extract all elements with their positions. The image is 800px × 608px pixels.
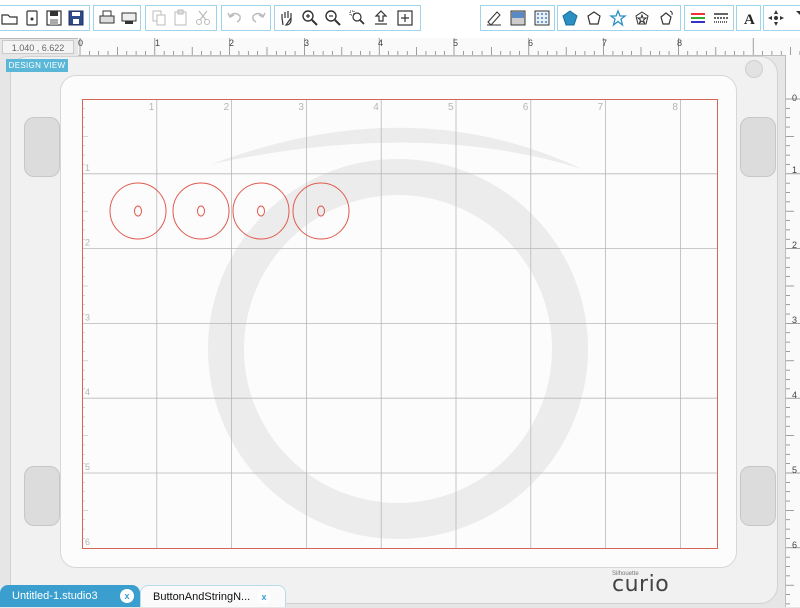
horizontal-ruler-ticks: [79, 38, 800, 55]
ruler-number: 0: [792, 93, 798, 103]
copy-icon[interactable]: [148, 8, 170, 28]
save-as-icon[interactable]: [65, 8, 87, 28]
toolbar-group-file: [0, 5, 90, 31]
zoom-out-icon[interactable]: [322, 8, 344, 28]
toolbar-group-view: [274, 5, 421, 31]
tab-button-and-string[interactable]: ButtonAndStringN... x: [140, 585, 286, 607]
pentagon-icon[interactable]: [559, 8, 581, 28]
ruler-number: 7: [602, 38, 608, 48]
fill-pattern-icon[interactable]: [531, 8, 553, 28]
fill-color-icon[interactable]: [507, 8, 529, 28]
ruler-number: 5: [792, 465, 798, 475]
line-style-icon[interactable]: [710, 8, 732, 28]
grid-row-number: 2: [85, 238, 90, 248]
grid-row-number: 6: [85, 537, 90, 547]
toolbar-group-send: [93, 5, 141, 31]
ruler-number: 4: [792, 390, 798, 400]
grid-row-number: 5: [85, 462, 90, 472]
zoom-fit-page-icon[interactable]: [370, 8, 392, 28]
grid-row-number: 3: [85, 312, 90, 322]
zoom-fit-icon[interactable]: [394, 8, 416, 28]
tab-label: ButtonAndStringN...: [153, 591, 251, 603]
mat-handle-right-top: [740, 117, 776, 177]
tab-label: Untitled-1.studio3: [12, 590, 98, 602]
close-icon[interactable]: x: [120, 589, 134, 603]
grid-column-number: 1: [149, 102, 155, 113]
toolbar-group-panels: [480, 5, 555, 31]
text-icon[interactable]: A: [738, 8, 760, 28]
polygon-icon[interactable]: [583, 8, 605, 28]
line-color-icon[interactable]: [687, 8, 709, 28]
cursor-coordinates: 1.040 , 6.622: [2, 40, 74, 54]
pan-icon[interactable]: [276, 8, 298, 28]
grid-column-number: 5: [448, 102, 454, 113]
grid-row-number: 1: [85, 163, 90, 173]
tab-untitled-1[interactable]: Untitled-1.studio3 x: [0, 585, 140, 607]
send-to-cutter-icon[interactable]: [118, 8, 140, 28]
toolbar-group-text: A: [736, 5, 761, 31]
main-toolbar: A: [0, 0, 800, 39]
design-canvas[interactable]: 1 2 3 4 5 6 7 8 1 2 3 4 5 6: [82, 99, 718, 549]
toolbar-group-undo: [221, 5, 271, 31]
ruler-number: 6: [528, 38, 534, 48]
grid-column-number: 4: [373, 102, 379, 113]
line-tool-icon[interactable]: [483, 8, 505, 28]
zoom-select-icon[interactable]: [346, 8, 368, 28]
paste-icon[interactable]: [170, 8, 192, 28]
design-view-label[interactable]: DESIGN VIEW: [6, 59, 68, 72]
ruler-number: 6: [792, 540, 798, 550]
ruler-number: 4: [378, 38, 384, 48]
toolbar-group-clipboard: [145, 5, 217, 31]
vertical-ruler-ticks: [786, 98, 800, 605]
ruler-number: 2: [792, 240, 798, 250]
open-icon[interactable]: [0, 8, 21, 28]
grid-column-number: 8: [672, 102, 678, 113]
save-icon[interactable]: [43, 8, 65, 28]
toolbar-group-transform: [763, 5, 800, 31]
offset-star-icon[interactable]: [631, 8, 653, 28]
transform-icon[interactable]: [765, 8, 787, 28]
print-icon[interactable]: [96, 8, 118, 28]
ruler-number: 3: [304, 38, 310, 48]
mat-handle-left-top: [24, 117, 60, 177]
button-shape[interactable]: [172, 182, 230, 240]
more-icon[interactable]: [788, 8, 800, 28]
ruler-number: 8: [677, 38, 683, 48]
watermark-logo: [208, 127, 588, 539]
ruler-number: 2: [229, 38, 235, 48]
ruler-number: 1: [792, 165, 798, 175]
close-icon[interactable]: x: [257, 590, 271, 604]
grid-column-number: 7: [598, 102, 604, 113]
redo-icon[interactable]: [247, 8, 269, 28]
star-icon[interactable]: [607, 8, 629, 28]
svg-text:A: A: [744, 12, 755, 27]
ruler-number: 5: [453, 38, 459, 48]
grid-column-number: 3: [298, 102, 304, 113]
mat-pin: [745, 60, 763, 78]
vertical-ruler: 0 1 2 3 4 5 6: [785, 55, 800, 607]
rotate-shape-icon[interactable]: [655, 8, 677, 28]
ruler-number: 0: [78, 38, 84, 48]
mat-handle-right-bottom: [740, 466, 776, 526]
new-doc-icon[interactable]: [21, 8, 43, 28]
button-shape[interactable]: [109, 182, 167, 240]
grid-row-number: 4: [85, 387, 90, 397]
mat-handle-left-bottom: [24, 466, 60, 526]
zoom-in-icon[interactable]: [299, 8, 321, 28]
document-tabs: Untitled-1.studio3 x ButtonAndStringN...…: [0, 583, 785, 607]
undo-icon[interactable]: [224, 8, 246, 28]
toolbar-group-line: [684, 5, 734, 31]
toolbar-group-shapes: [557, 5, 681, 31]
ruler-number: 1: [155, 38, 161, 48]
cut-icon[interactable]: [192, 8, 214, 28]
ruler-number: 3: [792, 315, 798, 325]
grid-column-number: 6: [523, 102, 529, 113]
horizontal-ruler: 0 1 2 3 4 5 6 7 8: [78, 38, 800, 56]
grid-column-number: 2: [224, 102, 230, 113]
